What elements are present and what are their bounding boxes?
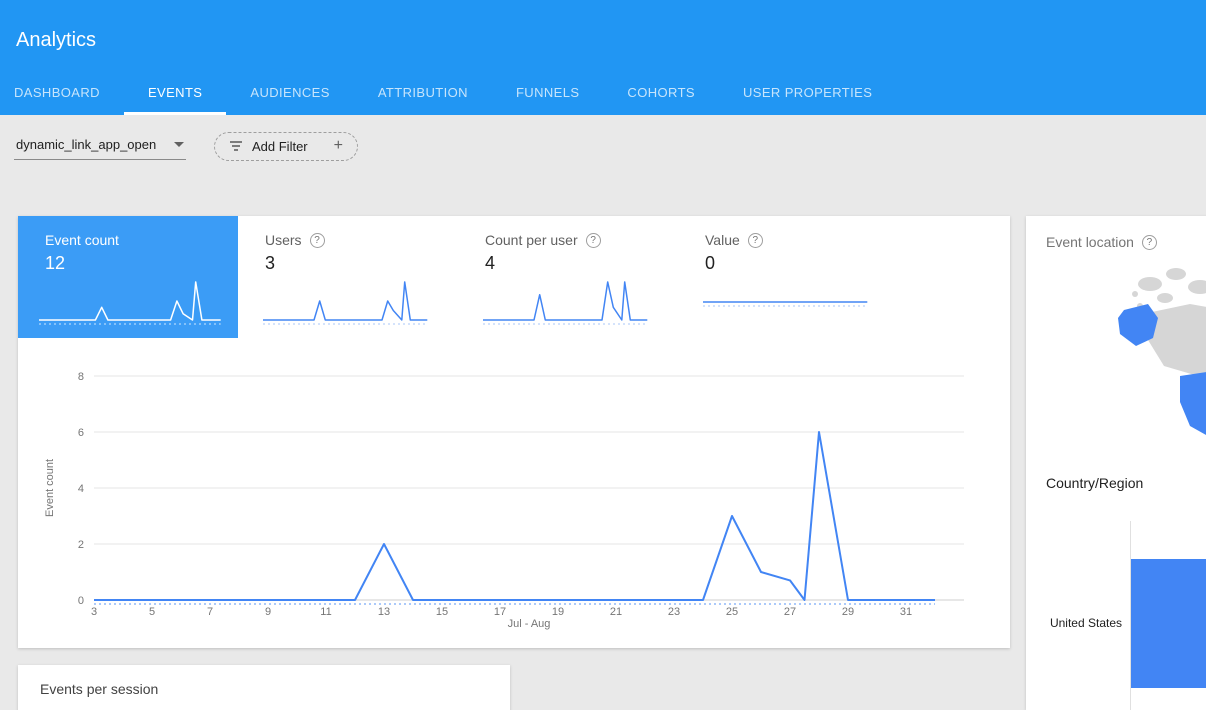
events-per-session-card: Events per session	[18, 665, 510, 710]
tab-user-properties[interactable]: USER PROPERTIES	[719, 71, 896, 115]
count-per-user-sparkline	[482, 276, 654, 328]
tab-dashboard[interactable]: DASHBOARD	[0, 71, 124, 115]
svg-text:17: 17	[494, 606, 506, 618]
svg-text:3: 3	[91, 606, 97, 618]
svg-text:15: 15	[436, 606, 448, 618]
map-region-canada	[1148, 304, 1206, 376]
svg-text:23: 23	[668, 606, 680, 618]
tab-funnels[interactable]: FUNNELS	[492, 71, 603, 115]
svg-text:4: 4	[78, 483, 84, 495]
app-title: Analytics	[0, 0, 1206, 52]
users-sparkline	[262, 276, 434, 328]
svg-text:27: 27	[784, 606, 796, 618]
filter-icon	[229, 140, 243, 152]
map-region-united-states	[1180, 370, 1206, 440]
help-icon[interactable]: ?	[1142, 235, 1157, 250]
map-region-arctic	[1138, 277, 1162, 291]
north-america-map	[1040, 254, 1206, 454]
svg-text:0: 0	[78, 595, 84, 607]
event-selector-dropdown[interactable]: dynamic_link_app_open	[14, 133, 186, 160]
map-region-arctic	[1188, 280, 1206, 294]
add-filter-label: Add Filter	[252, 139, 308, 154]
svg-text:25: 25	[726, 606, 738, 618]
event-count-sparkline	[38, 276, 228, 328]
scorecard-value: 4	[485, 253, 678, 274]
scorecard-value: 12	[45, 253, 238, 274]
svg-text:9: 9	[265, 606, 271, 618]
line-chart: 0 2 4 6 8 3 5 7 9 11 13 15 17 19 21 23 25 27 29 31	[58, 366, 978, 626]
svg-text:2: 2	[78, 539, 84, 551]
event-selector-value: dynamic_link_app_open	[16, 137, 156, 152]
united-states-bar[interactable]	[1131, 559, 1206, 688]
svg-text:11: 11	[320, 606, 331, 618]
help-icon[interactable]: ?	[586, 233, 601, 248]
svg-text:6: 6	[78, 427, 84, 439]
events-overview-card: Event count 12 Users ? 3 Count per user …	[18, 216, 1010, 648]
svg-text:13: 13	[378, 606, 390, 618]
scorecard-row: Event count 12 Users ? 3 Count per user …	[18, 216, 1010, 338]
y-axis-label: Event count	[42, 376, 58, 600]
tab-attribution[interactable]: ATTRIBUTION	[354, 71, 492, 115]
map-region-island	[1132, 291, 1138, 297]
scorecard-title: Value	[705, 232, 740, 248]
scorecard-title: Users	[265, 232, 302, 248]
svg-text:21: 21	[610, 606, 622, 618]
chevron-down-icon	[174, 142, 184, 147]
map-region-arctic	[1157, 293, 1173, 303]
event-location-card: Event location ? Country/Region United S…	[1026, 216, 1206, 710]
scorecard-users[interactable]: Users ? 3	[238, 216, 458, 338]
value-sparkline	[702, 276, 874, 328]
add-filter-button[interactable]: Add Filter +	[214, 132, 358, 161]
scorecard-count-per-user[interactable]: Count per user ? 4	[458, 216, 678, 338]
scorecard-value: 3	[265, 253, 458, 274]
x-axis-label: Jul - Aug	[94, 618, 964, 630]
app-header: Analytics DASHBOARD EVENTS AUDIENCES ATT…	[0, 0, 1206, 115]
tab-audiences[interactable]: AUDIENCES	[226, 71, 353, 115]
tab-bar: DASHBOARD EVENTS AUDIENCES ATTRIBUTION F…	[0, 71, 896, 115]
svg-text:19: 19	[552, 606, 564, 618]
country-label: United States	[1026, 616, 1122, 630]
svg-text:5: 5	[149, 606, 155, 618]
svg-text:31: 31	[900, 606, 912, 618]
events-per-session-title: Events per session	[18, 665, 510, 697]
scorecard-event-count[interactable]: Event count 12	[18, 216, 238, 338]
scorecard-title: Count per user	[485, 232, 578, 248]
tab-cohorts[interactable]: COHORTS	[603, 71, 719, 115]
scorecard-title: Event count	[45, 232, 119, 248]
tab-events[interactable]: EVENTS	[124, 71, 226, 115]
help-icon[interactable]: ?	[748, 233, 763, 248]
help-icon[interactable]: ?	[310, 233, 325, 248]
filter-bar: dynamic_link_app_open Add Filter +	[0, 115, 1206, 177]
event-location-title: Event location	[1046, 234, 1134, 250]
scorecard-value-metric[interactable]: Value ? 0	[678, 216, 898, 338]
country-region-header: Country/Region	[1026, 475, 1206, 491]
svg-text:7: 7	[207, 606, 213, 618]
svg-text:29: 29	[842, 606, 854, 618]
plus-icon: +	[334, 139, 343, 153]
country-bar-chart: United States	[1026, 501, 1206, 710]
world-map	[1040, 254, 1206, 459]
map-region-arctic	[1166, 268, 1186, 280]
scorecard-value: 0	[705, 253, 898, 274]
svg-text:8: 8	[78, 371, 84, 383]
event-count-chart: Event count 0 2 4 6 8 3 5 7 9 11 13 15 17 19 21 23 25 27 2…	[18, 338, 1010, 648]
